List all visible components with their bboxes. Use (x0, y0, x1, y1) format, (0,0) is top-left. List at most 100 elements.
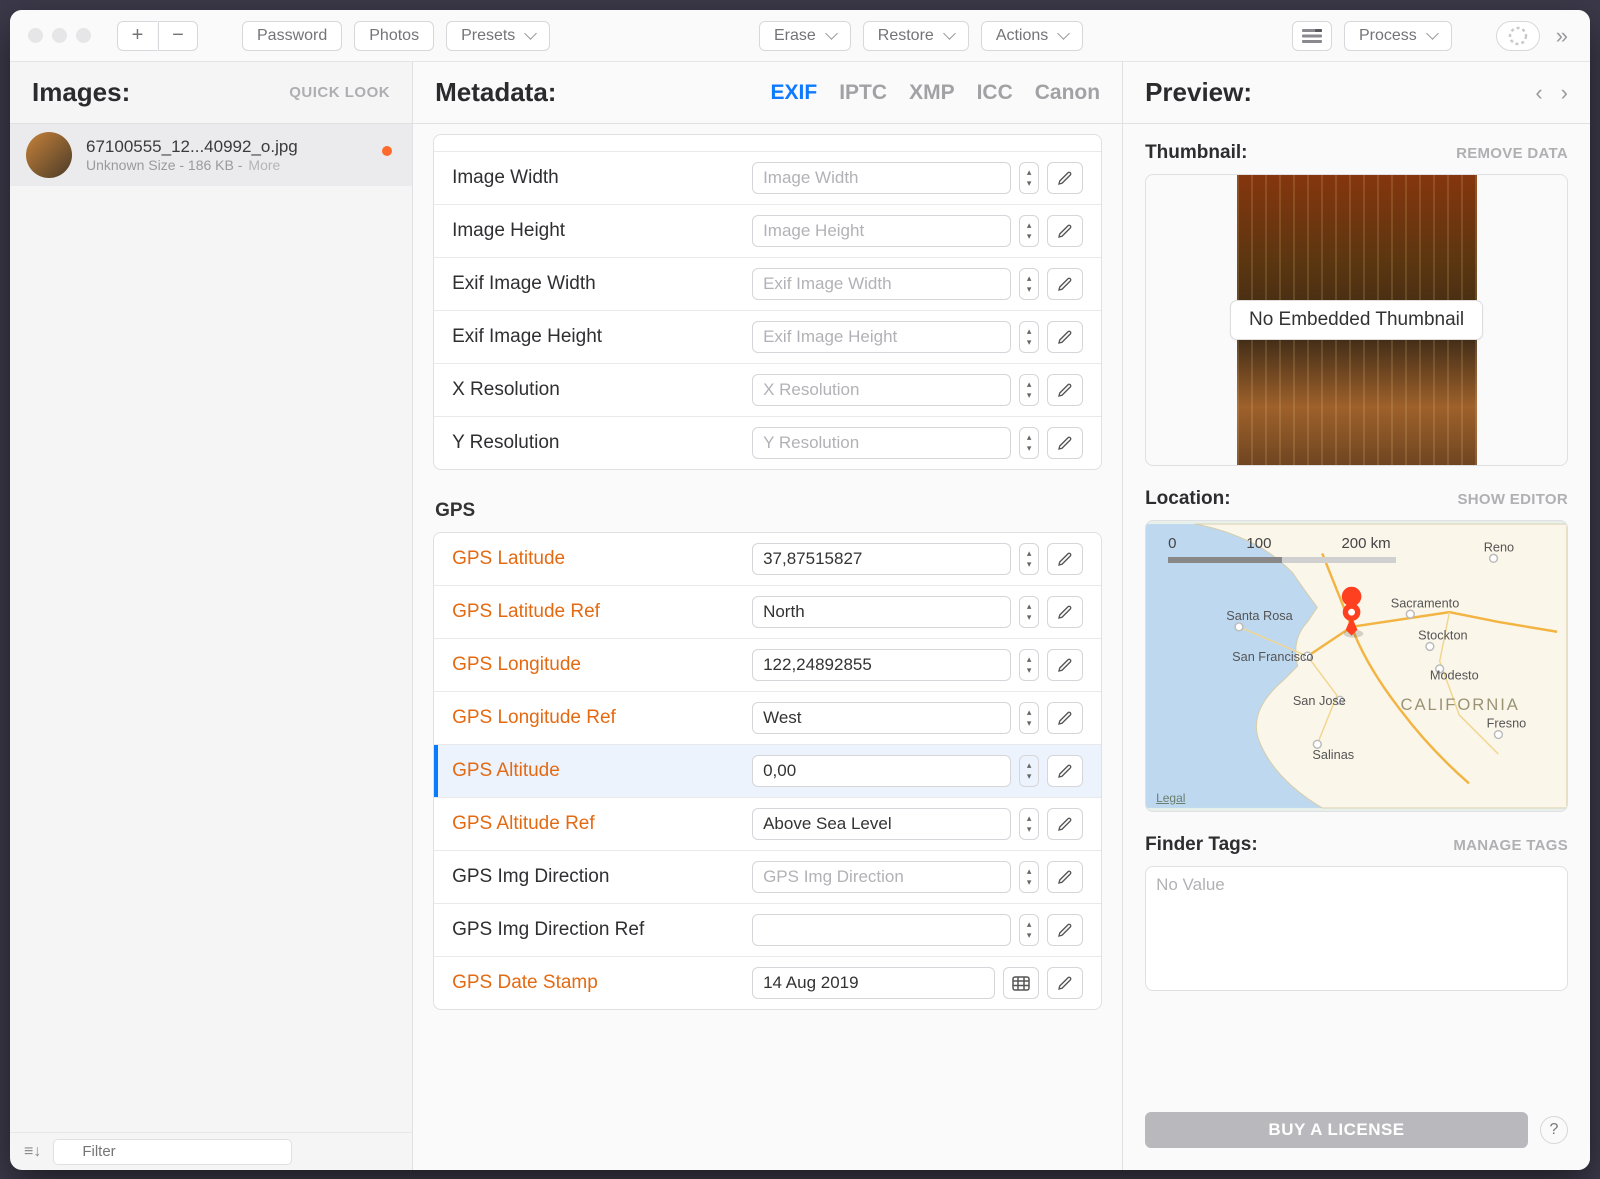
y-resolution-stepper[interactable]: ▴▾ (1019, 427, 1039, 459)
image-width-stepper[interactable]: ▴▾ (1019, 162, 1039, 194)
image-height-input[interactable] (752, 215, 1011, 247)
help-icon[interactable]: ? (1540, 1116, 1568, 1144)
x-resolution-stepper[interactable]: ▴▾ (1019, 374, 1039, 406)
gps-longitude-ref-stepper[interactable]: ▴▾ (1019, 702, 1039, 734)
gps-longitude-stepper[interactable]: ▴▾ (1019, 649, 1039, 681)
gps-latitude-ref-input[interactable] (752, 596, 1011, 628)
overflow-icon[interactable]: » (1552, 23, 1572, 49)
images-panel: Images: QUICK LOOK 67100555_12...40992_o… (10, 62, 413, 1170)
svg-text:Modesto: Modesto (1430, 668, 1479, 683)
finder-tags-label: Finder Tags: (1145, 834, 1258, 856)
next-icon[interactable]: › (1561, 80, 1568, 106)
meta-label: GPS Img Direction (452, 866, 742, 888)
progress-icon[interactable] (1496, 21, 1540, 51)
manage-tags-button[interactable]: MANAGE TAGS (1453, 837, 1568, 854)
gps-img-direction-input[interactable] (752, 861, 1011, 893)
map-legal-link[interactable]: Legal (1156, 791, 1185, 805)
gps-img-direction-ref-input[interactable] (752, 914, 1011, 946)
add-button[interactable]: + (117, 21, 157, 51)
meta-label: GPS Latitude Ref (452, 601, 742, 623)
exif-image-width-edit-icon[interactable] (1047, 268, 1083, 300)
tab-canon[interactable]: Canon (1035, 81, 1100, 105)
finder-tags-field[interactable]: No Value (1145, 866, 1568, 991)
exif-image-height-input[interactable] (752, 321, 1011, 353)
svg-text:Reno: Reno (1484, 539, 1514, 554)
gps-altitude-input[interactable] (752, 755, 1011, 787)
gps-img-direction-edit-icon[interactable] (1047, 861, 1083, 893)
gps-longitude-input[interactable] (752, 649, 1011, 681)
svg-text:San Francisco: San Francisco (1232, 649, 1313, 664)
erase-dropdown[interactable]: Erase (759, 21, 851, 51)
image-height-edit-icon[interactable] (1047, 215, 1083, 247)
y-resolution-edit-icon[interactable] (1047, 427, 1083, 459)
exif-image-height-stepper[interactable]: ▴▾ (1019, 321, 1039, 353)
gps-latitude-ref-stepper[interactable]: ▴▾ (1019, 596, 1039, 628)
minimize-window-icon[interactable] (52, 28, 67, 43)
image-width-input[interactable] (752, 162, 1011, 194)
meta-row-image-height: Image Height▴▾ (434, 204, 1101, 257)
meta-label: GPS Img Direction Ref (452, 919, 742, 941)
tab-icc[interactable]: ICC (977, 81, 1013, 105)
exif-image-width-input[interactable] (752, 268, 1011, 300)
images-title: Images: (32, 77, 130, 108)
gps-date-stamp-input[interactable] (752, 967, 995, 999)
gps-latitude-edit-icon[interactable] (1047, 543, 1083, 575)
close-window-icon[interactable] (28, 28, 43, 43)
exif-image-height-edit-icon[interactable] (1047, 321, 1083, 353)
tab-exif[interactable]: EXIF (771, 81, 818, 105)
meta-row-exif-image-width: Exif Image Width▴▾ (434, 257, 1101, 310)
view-toggle-icon[interactable] (1292, 21, 1332, 51)
meta-row-image-width: Image Width▴▾ (434, 151, 1101, 204)
image-height-stepper[interactable]: ▴▾ (1019, 215, 1039, 247)
gps-altitude-ref-input[interactable] (752, 808, 1011, 840)
process-dropdown[interactable]: Process (1344, 21, 1452, 51)
x-resolution-input[interactable] (752, 374, 1011, 406)
meta-row-gps-img-direction-ref: GPS Img Direction Ref ▴▾ (434, 903, 1101, 956)
gps-latitude-stepper[interactable]: ▴▾ (1019, 543, 1039, 575)
gps-date-stamp-calendar-icon[interactable] (1003, 967, 1039, 999)
image-list-item[interactable]: 67100555_12...40992_o.jpg Unknown Size -… (10, 124, 412, 186)
gps-longitude-ref-input[interactable] (752, 702, 1011, 734)
gps-latitude-input[interactable] (752, 543, 1011, 575)
tab-xmp[interactable]: XMP (909, 81, 955, 105)
remove-data-button[interactable]: REMOVE DATA (1456, 145, 1568, 162)
thumbnail-label: Thumbnail: (1145, 142, 1247, 164)
gps-altitude-ref-stepper[interactable]: ▴▾ (1019, 808, 1039, 840)
exif-image-width-stepper[interactable]: ▴▾ (1019, 268, 1039, 300)
image-more-link[interactable]: More (248, 157, 280, 173)
x-resolution-edit-icon[interactable] (1047, 374, 1083, 406)
show-editor-button[interactable]: SHOW EDITOR (1457, 491, 1568, 508)
remove-button[interactable]: − (158, 21, 198, 51)
metadata-title: Metadata: (435, 77, 556, 108)
titlebar: + − Password Photos Presets Erase Restor… (10, 10, 1590, 62)
gps-altitude-edit-icon[interactable] (1047, 755, 1083, 787)
y-resolution-input[interactable] (752, 427, 1011, 459)
actions-dropdown[interactable]: Actions (981, 21, 1083, 51)
meta-row-gps-latitude-ref: GPS Latitude Ref ▴▾ (434, 585, 1101, 638)
meta-label: Exif Image Height (452, 326, 742, 348)
gps-altitude-stepper[interactable]: ▴▾ (1019, 755, 1039, 787)
filter-input[interactable] (53, 1139, 292, 1165)
tab-iptc[interactable]: IPTC (839, 81, 887, 105)
gps-longitude-edit-icon[interactable] (1047, 649, 1083, 681)
gps-longitude-ref-edit-icon[interactable] (1047, 702, 1083, 734)
zoom-window-icon[interactable] (76, 28, 91, 43)
presets-dropdown[interactable]: Presets (446, 21, 550, 51)
buy-license-button[interactable]: BUY A LICENSE (1145, 1112, 1528, 1148)
location-map[interactable]: 0 100 200 km (1145, 520, 1568, 812)
image-width-edit-icon[interactable] (1047, 162, 1083, 194)
sort-icon[interactable]: ≡↓ (24, 1143, 41, 1161)
gps-date-stamp-edit-icon[interactable] (1047, 967, 1083, 999)
photos-button[interactable]: Photos (354, 21, 434, 51)
gps-latitude-ref-edit-icon[interactable] (1047, 596, 1083, 628)
svg-text:Stockton: Stockton (1418, 628, 1468, 643)
gps-img-direction-stepper[interactable]: ▴▾ (1019, 861, 1039, 893)
gps-img-direction-ref-stepper[interactable]: ▴▾ (1019, 914, 1039, 946)
gps-altitude-ref-edit-icon[interactable] (1047, 808, 1083, 840)
restore-dropdown[interactable]: Restore (863, 21, 969, 51)
prev-icon[interactable]: ‹ (1535, 80, 1542, 106)
password-button[interactable]: Password (242, 21, 342, 51)
preview-panel: Preview: ‹ › Thumbnail: REMOVE DATA No E… (1123, 62, 1590, 1170)
quick-look-button[interactable]: QUICK LOOK (289, 84, 390, 101)
gps-img-direction-ref-edit-icon[interactable] (1047, 914, 1083, 946)
